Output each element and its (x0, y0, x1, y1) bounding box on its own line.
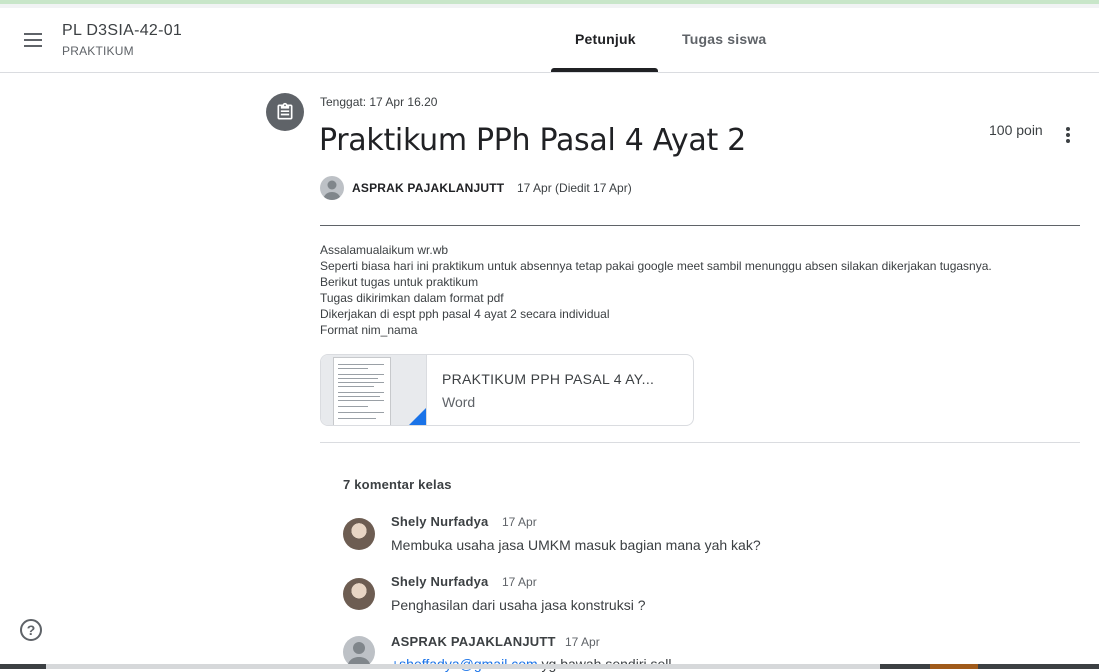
attachment-thumbnail (321, 355, 427, 425)
comment-author: Shely Nurfadya (391, 574, 489, 589)
description-line: Seperti biasa hari ini praktikum untuk a… (320, 259, 992, 273)
comment-text: Membuka usaha jasa UMKM masuk bagian man… (391, 537, 761, 553)
document-preview (333, 357, 391, 425)
assignment-description: Assalamualaikum wr.wb Seperti biasa hari… (320, 242, 992, 338)
description-line: Berikut tugas untuk praktikum (320, 275, 479, 289)
app-header: PL D3SIA-42-01 PRAKTIKUM Petunjuk Tugas … (0, 8, 1099, 73)
attachment-type: Word (442, 394, 476, 410)
browser-accent-strip (0, 0, 1099, 4)
assignment-title: Praktikum PPh Pasal 4 Ayat 2 (319, 123, 746, 158)
class-name[interactable]: PL D3SIA-42-01 (62, 22, 182, 40)
attachment-card[interactable]: PRAKTIKUM PPH PASAL 4 AY... Word (320, 354, 694, 426)
help-icon[interactable]: ? (20, 619, 42, 641)
comment-text: Penghasilan dari usaha jasa konstruksi ? (391, 597, 646, 613)
description-line: Assalamualaikum wr.wb (320, 243, 449, 257)
taskbar-app-button[interactable] (930, 664, 978, 669)
word-file-icon (409, 407, 426, 425)
section-divider (320, 442, 1080, 443)
description-line: Format nim_nama (320, 323, 418, 337)
class-section: PRAKTIKUM (62, 44, 134, 58)
comments-heading[interactable]: 7 komentar kelas (343, 477, 452, 492)
description-line: Tugas dikirimkan dalam format pdf (320, 291, 504, 305)
active-tab-indicator (551, 68, 658, 72)
author-avatar (320, 176, 344, 200)
assignment-icon (266, 93, 304, 131)
comment-date: 17 Apr (502, 575, 537, 589)
tab-petunjuk[interactable]: Petunjuk (575, 31, 636, 47)
comment-author: Shely Nurfadya (391, 514, 489, 529)
author-name: ASPRAK PAJAKLANJUTT (352, 181, 505, 195)
title-divider (320, 225, 1080, 226)
taskbar-segment (46, 664, 880, 669)
commenter-avatar (343, 518, 375, 550)
menu-icon[interactable] (20, 28, 48, 52)
description-line: Dikerjakan di espt pph pasal 4 ayat 2 se… (320, 307, 610, 321)
posted-date: 17 Apr (Diedit 17 Apr) (517, 181, 632, 195)
due-date: Tenggat: 17 Apr 16.20 (320, 95, 438, 109)
comment-author: ASPRAK PAJAKLANJUTT (391, 634, 556, 649)
more-vert-icon[interactable] (1058, 124, 1078, 146)
comment-date: 17 Apr (565, 635, 600, 649)
tab-tugas-siswa[interactable]: Tugas siswa (682, 31, 766, 47)
comment-date: 17 Apr (502, 515, 537, 529)
commenter-avatar (343, 578, 375, 610)
attachment-name: PRAKTIKUM PPH PASAL 4 AY... (442, 371, 655, 387)
points-label: 100 poin (989, 122, 1043, 138)
